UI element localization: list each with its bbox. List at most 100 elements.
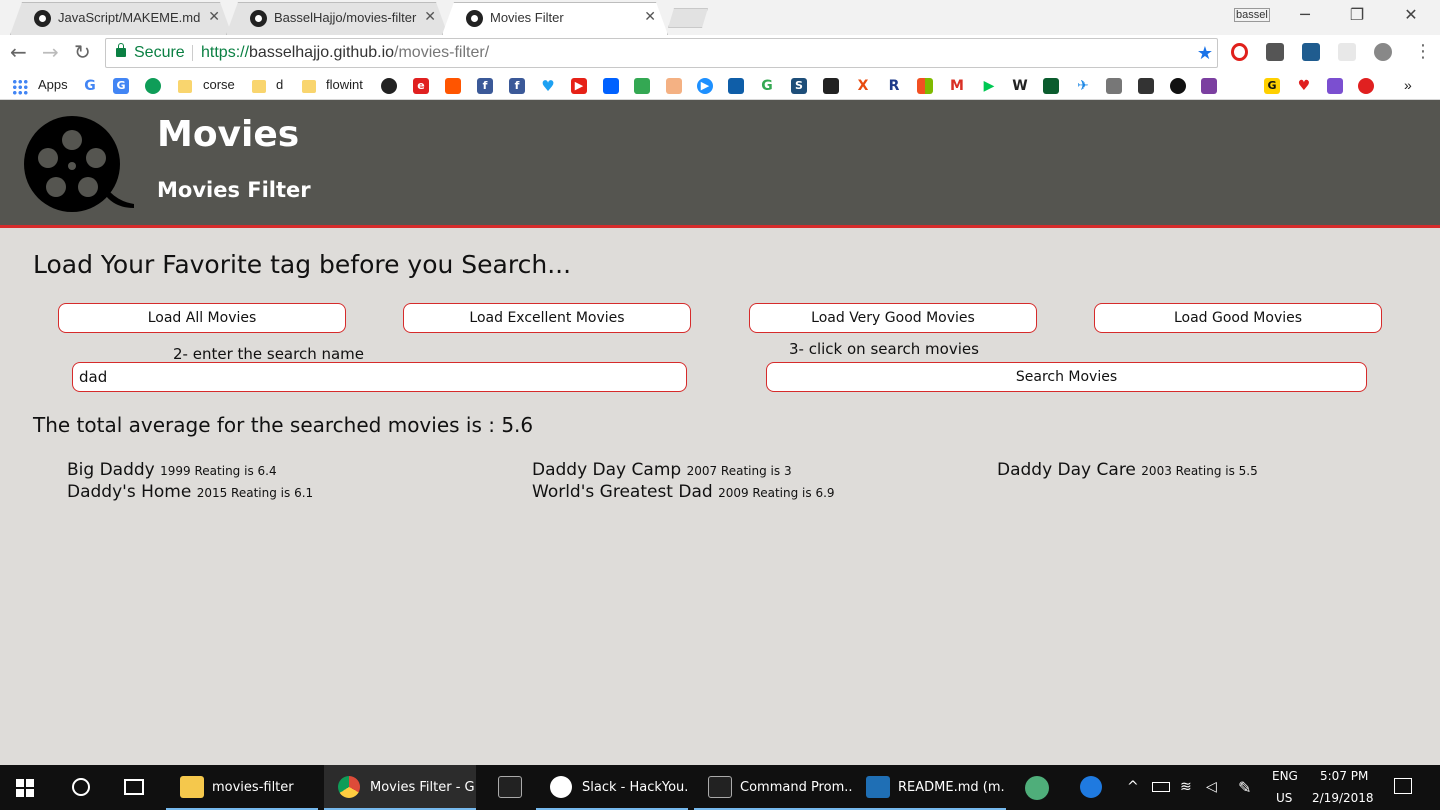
bookmark-site-icon[interactable] bbox=[1170, 78, 1186, 94]
tab-javascript-makeme[interactable]: JavaScript/MAKEME.md ✕ bbox=[10, 2, 232, 35]
close-icon[interactable]: ✕ bbox=[208, 2, 220, 33]
search-movies-button[interactable]: Search Movies bbox=[766, 362, 1367, 392]
language-bottom[interactable]: US bbox=[1276, 776, 1292, 810]
load-heading: Load Your Favorite tag before you Search… bbox=[33, 250, 572, 279]
clock-date[interactable]: 2/19/2018 bbox=[1312, 776, 1374, 810]
terminal-icon bbox=[498, 776, 522, 798]
bookmark-site-icon[interactable]: S bbox=[791, 78, 807, 94]
battery-icon[interactable] bbox=[1152, 782, 1170, 792]
bookmark-folder-corse[interactable]: corse bbox=[203, 77, 235, 93]
bookmark-site-icon[interactable] bbox=[1106, 78, 1122, 94]
tab-movies-filter[interactable]: Movies Filter ✕ bbox=[442, 2, 668, 35]
bookmark-site-icon[interactable] bbox=[728, 78, 744, 94]
bookmark-site-icon[interactable]: X bbox=[855, 78, 871, 94]
gmail-icon[interactable]: M bbox=[949, 78, 965, 94]
facebook-icon[interactable]: f bbox=[509, 78, 525, 94]
bookmark-site-icon[interactable]: ▶ bbox=[697, 78, 713, 94]
keep-extension-icon[interactable] bbox=[1266, 43, 1284, 61]
extension-icon[interactable] bbox=[1302, 43, 1320, 61]
bookmark-site-icon[interactable] bbox=[666, 78, 682, 94]
google-maps-icon[interactable] bbox=[634, 78, 650, 94]
bookmark-site-icon[interactable] bbox=[1138, 78, 1154, 94]
atom-icon[interactable] bbox=[1025, 776, 1049, 800]
close-icon[interactable]: ✕ bbox=[424, 2, 436, 33]
wifi-icon[interactable]: ≋ bbox=[1180, 765, 1192, 810]
search-input[interactable]: dad bbox=[72, 362, 687, 392]
address-bar[interactable]: Secure https://basselhajjo.github.io/mov… bbox=[105, 38, 1218, 68]
folder-icon bbox=[178, 80, 192, 93]
bookmark-site-icon[interactable] bbox=[1043, 78, 1059, 94]
bookmark-site-icon[interactable]: ✈ bbox=[1075, 78, 1091, 94]
bookmark-star-icon[interactable]: ★ bbox=[1197, 39, 1213, 67]
tray-expand-icon[interactable]: ^ bbox=[1127, 765, 1139, 810]
tab-movies-filter-repo[interactable]: BasselHajjo/movies-filter ✕ bbox=[226, 2, 448, 35]
bookmark-folder-d[interactable]: d bbox=[276, 77, 283, 93]
bookmark-site-icon[interactable]: R bbox=[886, 78, 902, 94]
window-close-icon[interactable]: ✕ bbox=[1388, 4, 1434, 26]
taskbar-item-brackets[interactable]: README.md (m... bbox=[852, 765, 1006, 810]
folder-icon bbox=[252, 80, 266, 93]
movie-item: Daddy Day Care 2003 Reating is 5.5 bbox=[997, 460, 1258, 480]
huawei-icon[interactable] bbox=[1358, 78, 1374, 94]
taskbar-item-chrome[interactable]: Movies Filter - G... bbox=[324, 765, 476, 810]
lock-icon bbox=[116, 43, 126, 57]
movie-title: Daddy Day Care bbox=[997, 460, 1136, 480]
notifications-icon[interactable] bbox=[1394, 778, 1412, 794]
taskbar-item-command-prompt[interactable]: Command Prom... bbox=[694, 765, 852, 810]
bookmark-site-icon[interactable] bbox=[1232, 78, 1248, 94]
load-excellent-movies-button[interactable]: Load Excellent Movies bbox=[403, 303, 691, 333]
dropbox-icon[interactable] bbox=[603, 78, 619, 94]
chrome-icon bbox=[338, 776, 360, 798]
taskbar-item-label: README.md (m... bbox=[898, 780, 1006, 795]
restore-icon[interactable]: ❐ bbox=[1334, 4, 1380, 26]
load-good-movies-button[interactable]: Load Good Movies bbox=[1094, 303, 1382, 333]
facebook-icon[interactable]: f bbox=[477, 78, 493, 94]
opera-extension-icon[interactable] bbox=[1231, 43, 1248, 61]
maps-pin-icon[interactable] bbox=[1080, 776, 1102, 798]
bookmark-site-icon[interactable] bbox=[1201, 78, 1217, 94]
bookmark-site-icon[interactable]: e bbox=[413, 78, 429, 94]
cortana-icon[interactable] bbox=[72, 778, 90, 796]
reload-icon[interactable]: ↻ bbox=[74, 39, 91, 65]
bookmark-apps[interactable]: Apps bbox=[38, 77, 68, 93]
film-extension-icon[interactable] bbox=[1374, 43, 1392, 61]
soundcloud-icon[interactable] bbox=[445, 78, 461, 94]
bookmark-folder-flowint[interactable]: flowint bbox=[326, 77, 363, 93]
profile-button[interactable]: bassel bbox=[1234, 8, 1270, 22]
twitter-icon[interactable]: ♥ bbox=[540, 78, 556, 94]
apps-grid-icon[interactable] bbox=[12, 79, 28, 95]
google-icon[interactable]: G bbox=[82, 78, 98, 94]
wikipedia-icon[interactable]: W bbox=[1012, 78, 1028, 94]
volume-icon[interactable]: ◁ bbox=[1206, 765, 1217, 810]
more-bookmarks-icon[interactable]: » bbox=[1404, 77, 1412, 93]
close-icon[interactable]: ✕ bbox=[644, 2, 656, 33]
google-play-icon[interactable]: ▶ bbox=[981, 78, 997, 94]
forward-icon[interactable]: → bbox=[42, 39, 59, 65]
task-view-icon[interactable] bbox=[124, 779, 144, 795]
microsoft-icon[interactable] bbox=[917, 78, 933, 94]
new-tab-button[interactable] bbox=[668, 8, 708, 28]
bookmark-site-icon[interactable]: G bbox=[1264, 78, 1280, 94]
bookmark-site-icon[interactable] bbox=[1327, 78, 1343, 94]
load-all-movies-button[interactable]: Load All Movies bbox=[58, 303, 346, 333]
google-icon[interactable]: G bbox=[759, 78, 775, 94]
movie-meta: 2015 Reating is 6.1 bbox=[196, 486, 314, 500]
back-icon[interactable]: ← bbox=[10, 39, 27, 65]
youtube-icon[interactable]: ▶ bbox=[571, 78, 587, 94]
movie-title: Daddy Day Camp bbox=[532, 460, 682, 480]
bookmark-site-icon[interactable] bbox=[381, 78, 397, 94]
hangouts-icon[interactable] bbox=[145, 78, 161, 94]
pen-icon[interactable]: ✎ bbox=[1238, 765, 1251, 810]
minimize-icon[interactable]: ─ bbox=[1282, 4, 1328, 26]
bookmark-site-icon[interactable] bbox=[823, 78, 839, 94]
windows-start-icon[interactable] bbox=[16, 779, 34, 797]
load-very-good-movies-button[interactable]: Load Very Good Movies bbox=[749, 303, 1037, 333]
security-label: Secure bbox=[134, 44, 185, 61]
extension-icon[interactable] bbox=[1338, 43, 1356, 61]
taskbar-item-explorer[interactable]: movies-filter bbox=[166, 765, 318, 810]
taskbar-item-slack[interactable]: Slack - HackYou... bbox=[536, 765, 688, 810]
bookmark-site-icon[interactable]: ♥ bbox=[1296, 78, 1312, 94]
menu-dots-icon[interactable]: ⋮ bbox=[1414, 39, 1432, 65]
google-translate-icon[interactable]: G bbox=[113, 78, 129, 94]
taskbar-item-terminal[interactable] bbox=[484, 765, 530, 810]
